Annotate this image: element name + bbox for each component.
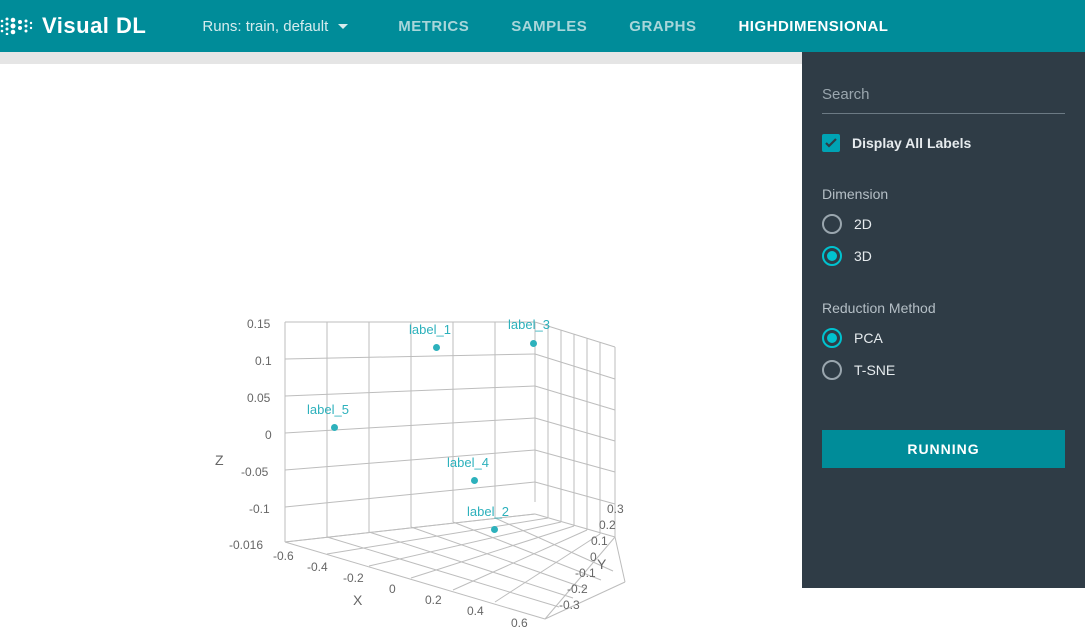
dimension-title: Dimension xyxy=(822,186,1065,202)
point-label-4: label_4 xyxy=(447,455,489,470)
x-tick: -0.4 xyxy=(307,560,328,574)
reduction-section: Reduction Method PCA T-SNE xyxy=(822,300,1065,380)
z-tick: 0 xyxy=(265,428,272,442)
point-label-3: label_3 xyxy=(508,317,550,332)
sidebar: Display All Labels Dimension 2D 3D Reduc… xyxy=(802,52,1085,588)
point-2 xyxy=(491,526,498,533)
y-tick: 0.2 xyxy=(599,518,616,532)
dimension-3d[interactable]: 3D xyxy=(822,246,1065,266)
radio-tsne-label: T-SNE xyxy=(854,362,895,378)
dimension-2d[interactable]: 2D xyxy=(822,214,1065,234)
z-tick: 0.1 xyxy=(255,354,272,368)
brand-name: Visual DL xyxy=(42,13,146,39)
x-tick: 0.4 xyxy=(467,604,484,618)
point-label-1: label_1 xyxy=(409,322,451,337)
axis-x-label: X xyxy=(353,592,362,608)
x-tick: 0.6 xyxy=(511,616,528,630)
display-all-labels-checkbox[interactable] xyxy=(822,134,840,152)
point-label-5: label_5 xyxy=(307,402,349,417)
radio-2d[interactable] xyxy=(822,214,842,234)
reduction-title: Reduction Method xyxy=(822,300,1065,316)
radio-2d-label: 2D xyxy=(854,216,872,232)
axis-y-label: Y xyxy=(597,556,606,572)
radio-tsne[interactable] xyxy=(822,360,842,380)
chart-grid xyxy=(235,302,655,642)
brand-logo: Visual DL xyxy=(0,13,154,39)
dimension-section: Dimension 2D 3D xyxy=(822,186,1065,266)
y-tick: -0.3 xyxy=(559,598,580,612)
running-button[interactable]: RUNNING xyxy=(822,430,1065,468)
runs-label: Runs: train, default xyxy=(202,18,328,35)
axis-z-label: Z xyxy=(215,452,224,468)
y-tick: 0.1 xyxy=(591,534,608,548)
point-5 xyxy=(331,424,338,431)
z-tick: 0.15 xyxy=(247,317,270,331)
y-tick: 0 xyxy=(590,550,597,564)
z-tick: -0.1 xyxy=(249,502,270,516)
point-1 xyxy=(433,344,440,351)
point-3 xyxy=(530,340,537,347)
tab-samples[interactable]: SAMPLES xyxy=(511,18,587,35)
tab-metrics[interactable]: METRICS xyxy=(398,18,469,35)
radio-3d[interactable] xyxy=(822,246,842,266)
point-4 xyxy=(471,477,478,484)
x-tick: 0 xyxy=(389,582,396,596)
content: Z X Y 0.15 0.1 0.05 0 -0.05 -0.1 -0.016 … xyxy=(0,52,1085,588)
reduction-pca[interactable]: PCA xyxy=(822,328,1065,348)
radio-pca[interactable] xyxy=(822,328,842,348)
x-tick: -0.6 xyxy=(273,549,294,563)
point-label-2: label_2 xyxy=(467,504,509,519)
z-tick: -0.016 xyxy=(229,538,263,552)
reduction-tsne[interactable]: T-SNE xyxy=(822,360,1065,380)
toolbar-strip xyxy=(0,52,802,64)
chevron-down-icon xyxy=(338,24,348,29)
tab-highdimensional[interactable]: HIGHDIMENSIONAL xyxy=(738,18,888,35)
y-tick: -0.1 xyxy=(575,566,596,580)
tab-graphs[interactable]: GRAPHS xyxy=(629,18,696,35)
x-tick: -0.2 xyxy=(343,571,364,585)
plot-stage[interactable]: Z X Y 0.15 0.1 0.05 0 -0.05 -0.1 -0.016 … xyxy=(0,52,802,588)
radio-3d-label: 3D xyxy=(854,248,872,264)
radio-pca-label: PCA xyxy=(854,330,883,346)
x-tick: 0.2 xyxy=(425,593,442,607)
scatter3d-chart: Z X Y 0.15 0.1 0.05 0 -0.05 -0.1 -0.016 … xyxy=(235,302,615,622)
brand-dots-icon xyxy=(0,14,34,38)
display-all-labels-row[interactable]: Display All Labels xyxy=(822,134,1065,152)
runs-dropdown[interactable]: Runs: train, default xyxy=(202,18,348,35)
z-tick: 0.05 xyxy=(247,391,270,405)
y-tick: -0.2 xyxy=(567,582,588,596)
navbar: Visual DL Runs: train, default METRICS S… xyxy=(0,0,1085,52)
z-tick: -0.05 xyxy=(241,465,268,479)
search-input[interactable] xyxy=(822,80,1065,114)
y-tick: 0.3 xyxy=(607,502,624,516)
display-all-labels-label: Display All Labels xyxy=(852,135,971,151)
nav-tabs: METRICS SAMPLES GRAPHS HIGHDIMENSIONAL xyxy=(398,18,888,35)
